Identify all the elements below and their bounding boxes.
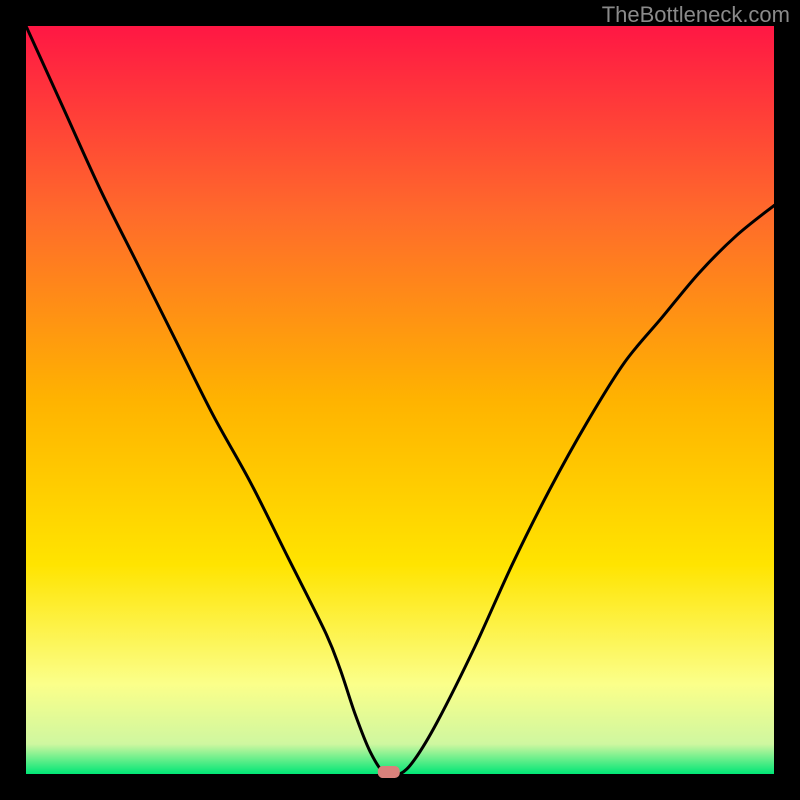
chart-container: TheBottleneck.com (0, 0, 800, 800)
plot-area (26, 26, 774, 774)
optimal-marker (378, 766, 400, 778)
bottleneck-chart (0, 0, 800, 800)
watermark-text: TheBottleneck.com (602, 2, 790, 28)
